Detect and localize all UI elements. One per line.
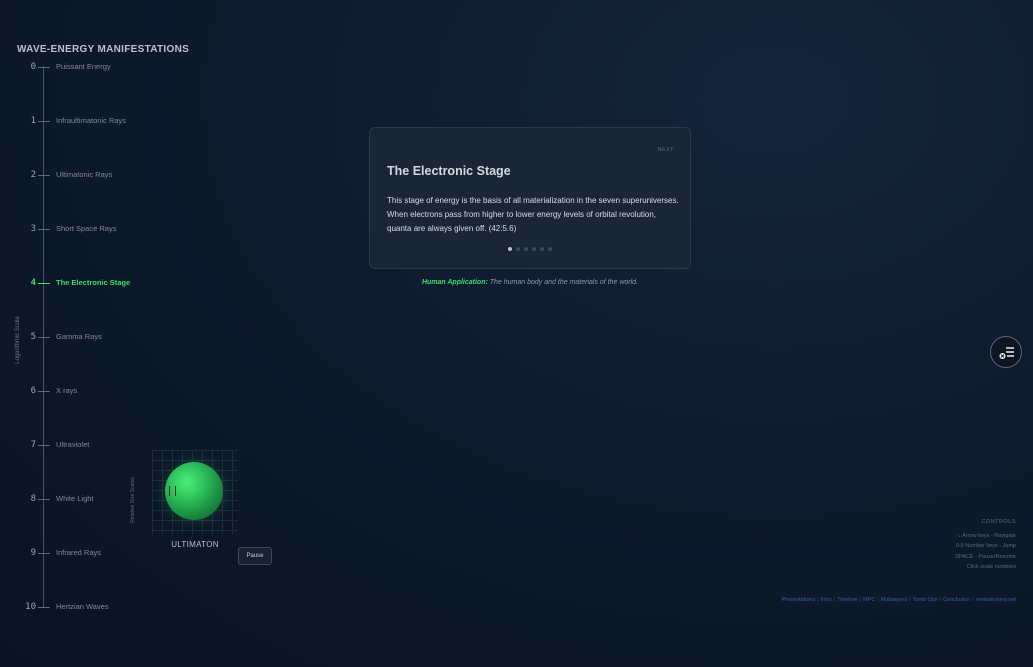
scale-tick (38, 283, 50, 284)
scale-number[interactable]: 3 (20, 223, 36, 235)
pagination-dots (370, 247, 690, 251)
scale-label[interactable]: White Light (56, 493, 94, 505)
controls-panel: CONTROLS ↑↓ Arrow keys - Navigate 0-9 Nu… (955, 517, 1016, 573)
scale-label[interactable]: Short Space Rays (56, 223, 116, 235)
card-title: The Electronic Stage (387, 164, 511, 178)
pagination-dot[interactable] (540, 247, 544, 251)
scale-label[interactable]: Ultraviolet (56, 439, 89, 451)
scale-item[interactable]: 4 The Electronic Stage (0, 277, 300, 289)
scale-marker-icon (169, 486, 176, 496)
scale-tick (38, 445, 50, 446)
footer-link[interactable]: Midwayers (881, 597, 907, 603)
viz-name: ULTIMATON (171, 540, 219, 549)
footer-separator: | (939, 597, 942, 603)
scale-number[interactable]: 0 (20, 61, 36, 73)
menu-list-icon (999, 347, 1014, 359)
scale-tick (38, 391, 50, 392)
footer-separator: | (972, 597, 974, 603)
application-label: Human Application: (421, 279, 488, 286)
scale-tick (38, 229, 50, 230)
scale-number[interactable]: 5 (20, 331, 36, 343)
pagination-dot[interactable] (532, 247, 536, 251)
panel-title: WAVE-ENERGY MANIFESTATIONS (17, 44, 190, 55)
scale-number[interactable]: 6 (20, 385, 36, 397)
footer-link[interactable]: Tomb Ops (913, 597, 938, 603)
scale-tick (38, 121, 50, 122)
scale-label[interactable]: Infraultimatonic Rays (56, 115, 126, 127)
scale-tick (38, 67, 50, 68)
scale-label[interactable]: Hertzian Waves (56, 601, 109, 613)
scale-item[interactable]: 10 Hertzian Waves (0, 601, 300, 613)
scale-tick (38, 553, 50, 554)
menu-fab-button[interactable] (990, 336, 1022, 368)
scale-item[interactable]: 3 Short Space Rays (0, 223, 300, 235)
scale-number[interactable]: 1 (20, 115, 36, 127)
footer-link[interactable]: Presentations (782, 597, 816, 603)
scale-tick (38, 175, 50, 176)
scale-label[interactable]: Infrared Rays (56, 547, 101, 559)
footer-separator: | (909, 597, 911, 603)
footer-link[interactable]: MPC (863, 597, 875, 603)
footer-link[interactable]: Intro (821, 597, 832, 603)
footer-link[interactable]: revelationery.net (976, 597, 1016, 603)
pagination-dot[interactable] (524, 247, 528, 251)
human-application: Human Application: The human body and th… (369, 279, 691, 286)
scale-item[interactable]: 2 Ultimatonic Rays (0, 169, 300, 181)
pause-button[interactable]: Pause (238, 547, 272, 565)
scale-number[interactable]: 10 (20, 601, 36, 613)
scale-item[interactable]: 1 Infraultimatonic Rays (0, 115, 300, 127)
application-text: The human body and the materials of the … (489, 279, 639, 286)
control-hint: Click scale numbers (966, 564, 1016, 570)
pagination-dot[interactable] (516, 247, 520, 251)
scale-item[interactable]: 0 Puissant Energy (0, 61, 300, 73)
next-button[interactable]: NEXT (657, 147, 674, 153)
footer-separator: | (877, 597, 879, 603)
footer-separator: | (859, 597, 862, 603)
control-hint: 0-9 Number keys - Jump (955, 543, 1016, 549)
scale-tick (38, 337, 50, 338)
scale-number[interactable]: 2 (20, 169, 36, 181)
scale-item[interactable]: 8 White Light (0, 493, 300, 505)
controls-title: CONTROLS (981, 519, 1016, 525)
control-hint: ↑↓ Arrow keys - Navigate (955, 532, 1016, 539)
scale-number[interactable]: 7 (20, 439, 36, 451)
footer-link[interactable]: Timeline (837, 597, 858, 603)
scale-label[interactable]: X rays (56, 385, 77, 397)
control-hint: SPACE - Pause/Resume (955, 553, 1016, 560)
card-body: This stage of energy is the basis of all… (387, 196, 679, 233)
footer-separator: | (817, 597, 819, 603)
footer-separator: | (833, 597, 836, 603)
scale-tick (38, 607, 50, 608)
scale-item[interactable]: 6 X rays (0, 385, 300, 397)
scale-item[interactable]: 5 Gamma Rays (0, 331, 300, 343)
footer-nav: Presentations | Intro | Timeline | MPC | Midwaye… (782, 597, 1016, 603)
scale-label[interactable]: Gamma Rays (56, 331, 102, 343)
scale-tick (38, 499, 50, 500)
pagination-dot[interactable] (548, 247, 552, 251)
scale-label[interactable]: Ultimatonic Rays (56, 169, 112, 181)
stage-card: NEXT The Electronic Stage This stage of … (369, 127, 691, 269)
scale-item[interactable]: 7 Ultraviolet (0, 439, 300, 451)
scale-number[interactable]: 9 (20, 547, 36, 559)
scale-label[interactable]: The Electronic Stage (56, 277, 130, 289)
pagination-dot[interactable] (508, 247, 512, 251)
scale-number[interactable]: 8 (20, 493, 36, 505)
viz-axis-label: Relative Size Scales (130, 477, 136, 523)
footer-link[interactable]: Conclusion (943, 597, 970, 603)
scale-number[interactable]: 4 (20, 277, 36, 289)
scale-label[interactable]: Puissant Energy (56, 61, 111, 73)
